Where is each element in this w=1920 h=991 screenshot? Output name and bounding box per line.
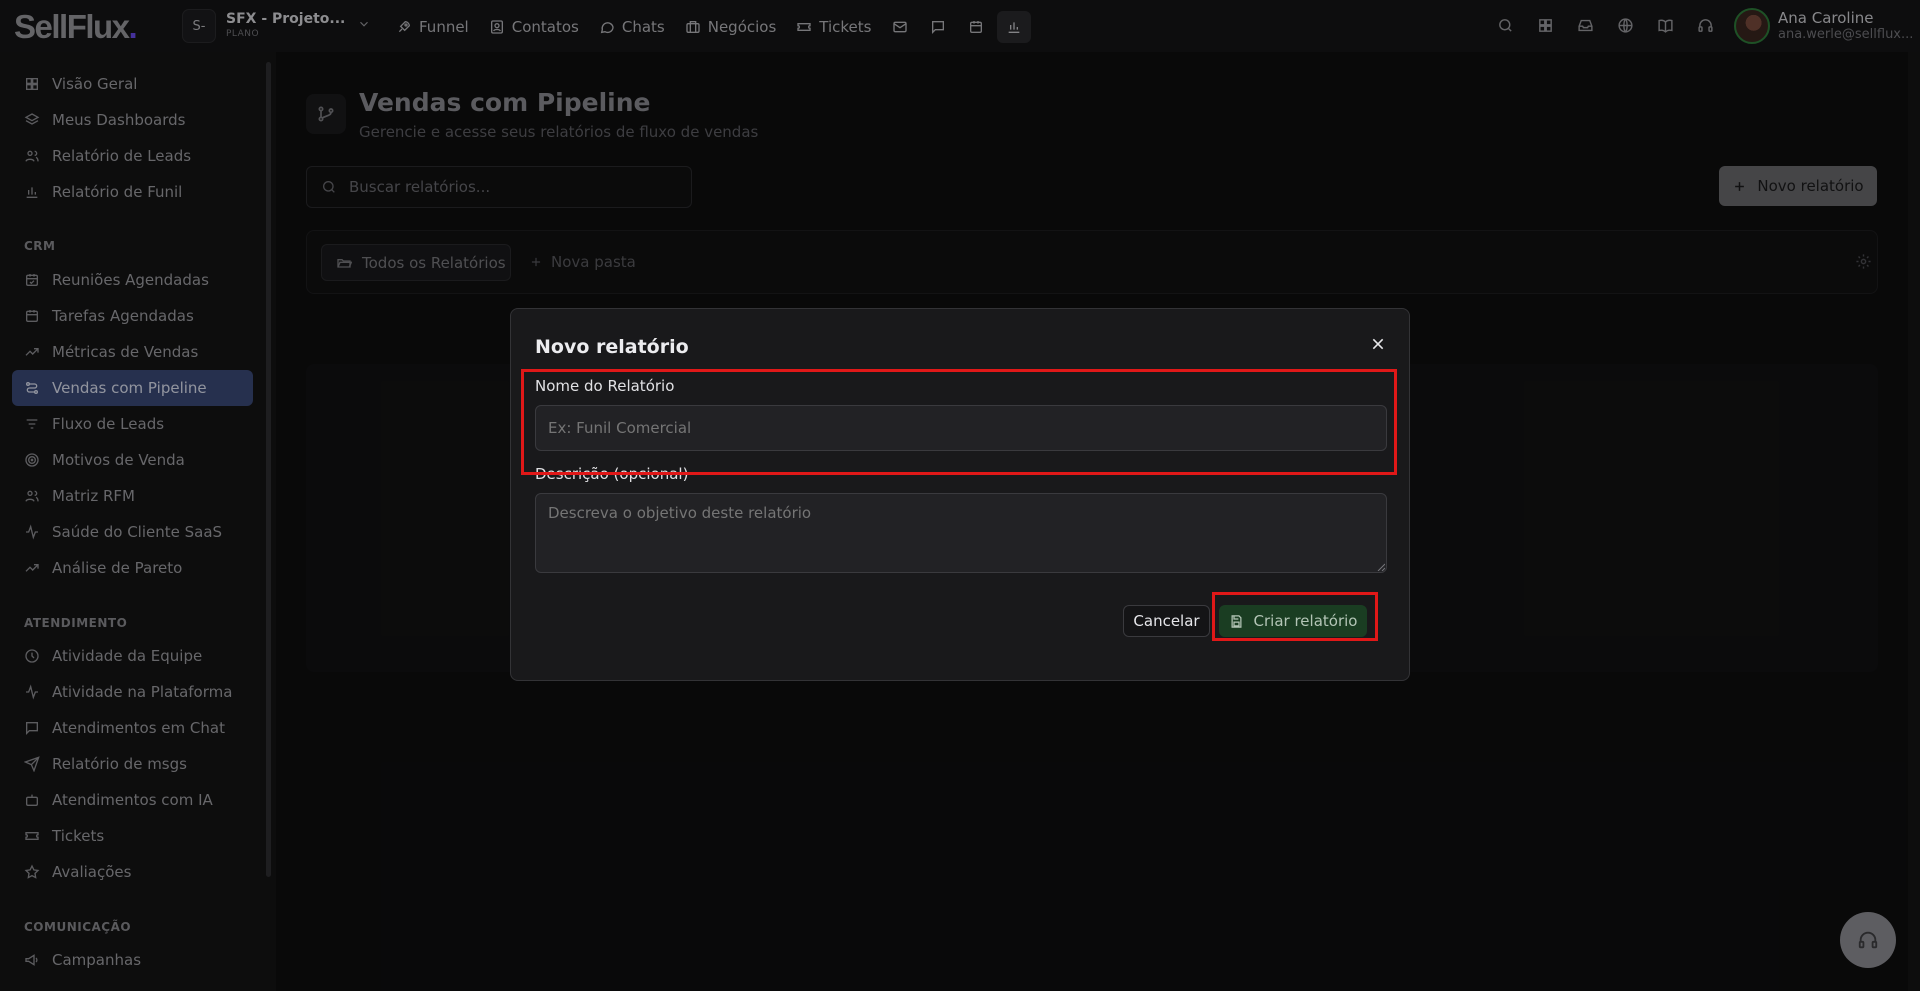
help-button[interactable] [1840,912,1896,968]
headset-icon [1858,931,1878,949]
report-name-label: Nome do Relatório [535,377,675,395]
close-button[interactable] [1367,333,1389,355]
description-textarea[interactable] [535,493,1387,573]
save-icon [1231,614,1242,628]
resize-handle-icon[interactable] [1377,559,1386,575]
new-report-dialog: Novo relatório Nome do Relatório Descriç… [510,308,1410,681]
description-label: Descrição (opcional) [535,465,689,483]
close-icon [1372,338,1384,350]
cancel-button[interactable]: Cancelar [1123,605,1210,637]
create-report-button[interactable]: Criar relatório [1219,605,1367,637]
report-name-input[interactable] [535,405,1387,451]
dialog-title: Novo relatório [535,336,689,358]
